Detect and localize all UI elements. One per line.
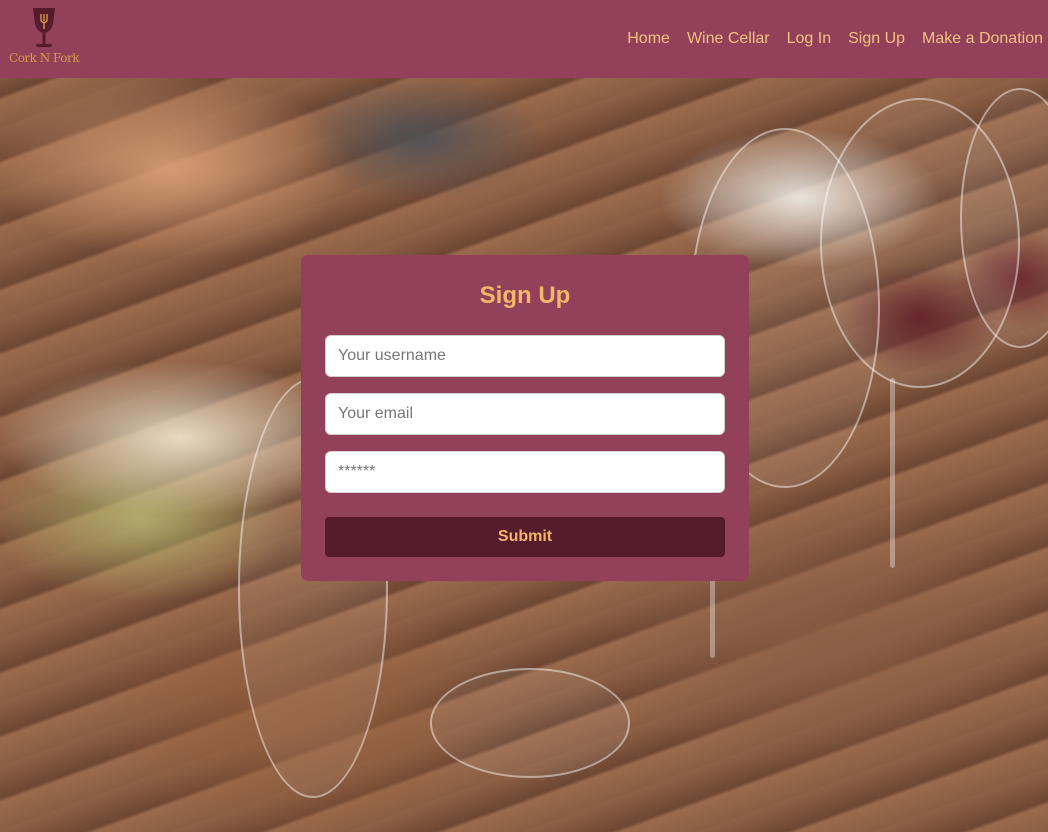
nav-wine-cellar-link[interactable]: Wine Cellar — [687, 30, 770, 48]
signup-title: Sign Up — [479, 282, 571, 309]
wine-glass-decoration — [430, 668, 630, 778]
nav-donation-link[interactable]: Make a Donation — [922, 30, 1043, 48]
signup-form-panel: Sign Up Submit — [301, 255, 749, 581]
submit-button[interactable]: Submit — [325, 517, 725, 557]
username-input[interactable] — [325, 335, 725, 377]
brand-logo-text: Cork N Fork — [9, 51, 79, 65]
nav-login-link[interactable]: Log In — [787, 30, 831, 48]
wine-glass-fork-icon — [33, 8, 55, 47]
email-input[interactable] — [325, 393, 725, 435]
wine-glass-stem-decoration — [890, 378, 895, 568]
nav-signup-link[interactable]: Sign Up — [848, 30, 905, 48]
password-input[interactable] — [325, 451, 725, 493]
main-nav: Home Wine Cellar Log In Sign Up Make a D… — [610, 30, 1043, 48]
brand-logo[interactable]: Cork N Fork — [2, 0, 86, 78]
nav-home-link[interactable]: Home — [627, 30, 670, 48]
top-navbar: Cork N Fork Home Wine Cellar Log In Sign… — [0, 0, 1048, 78]
